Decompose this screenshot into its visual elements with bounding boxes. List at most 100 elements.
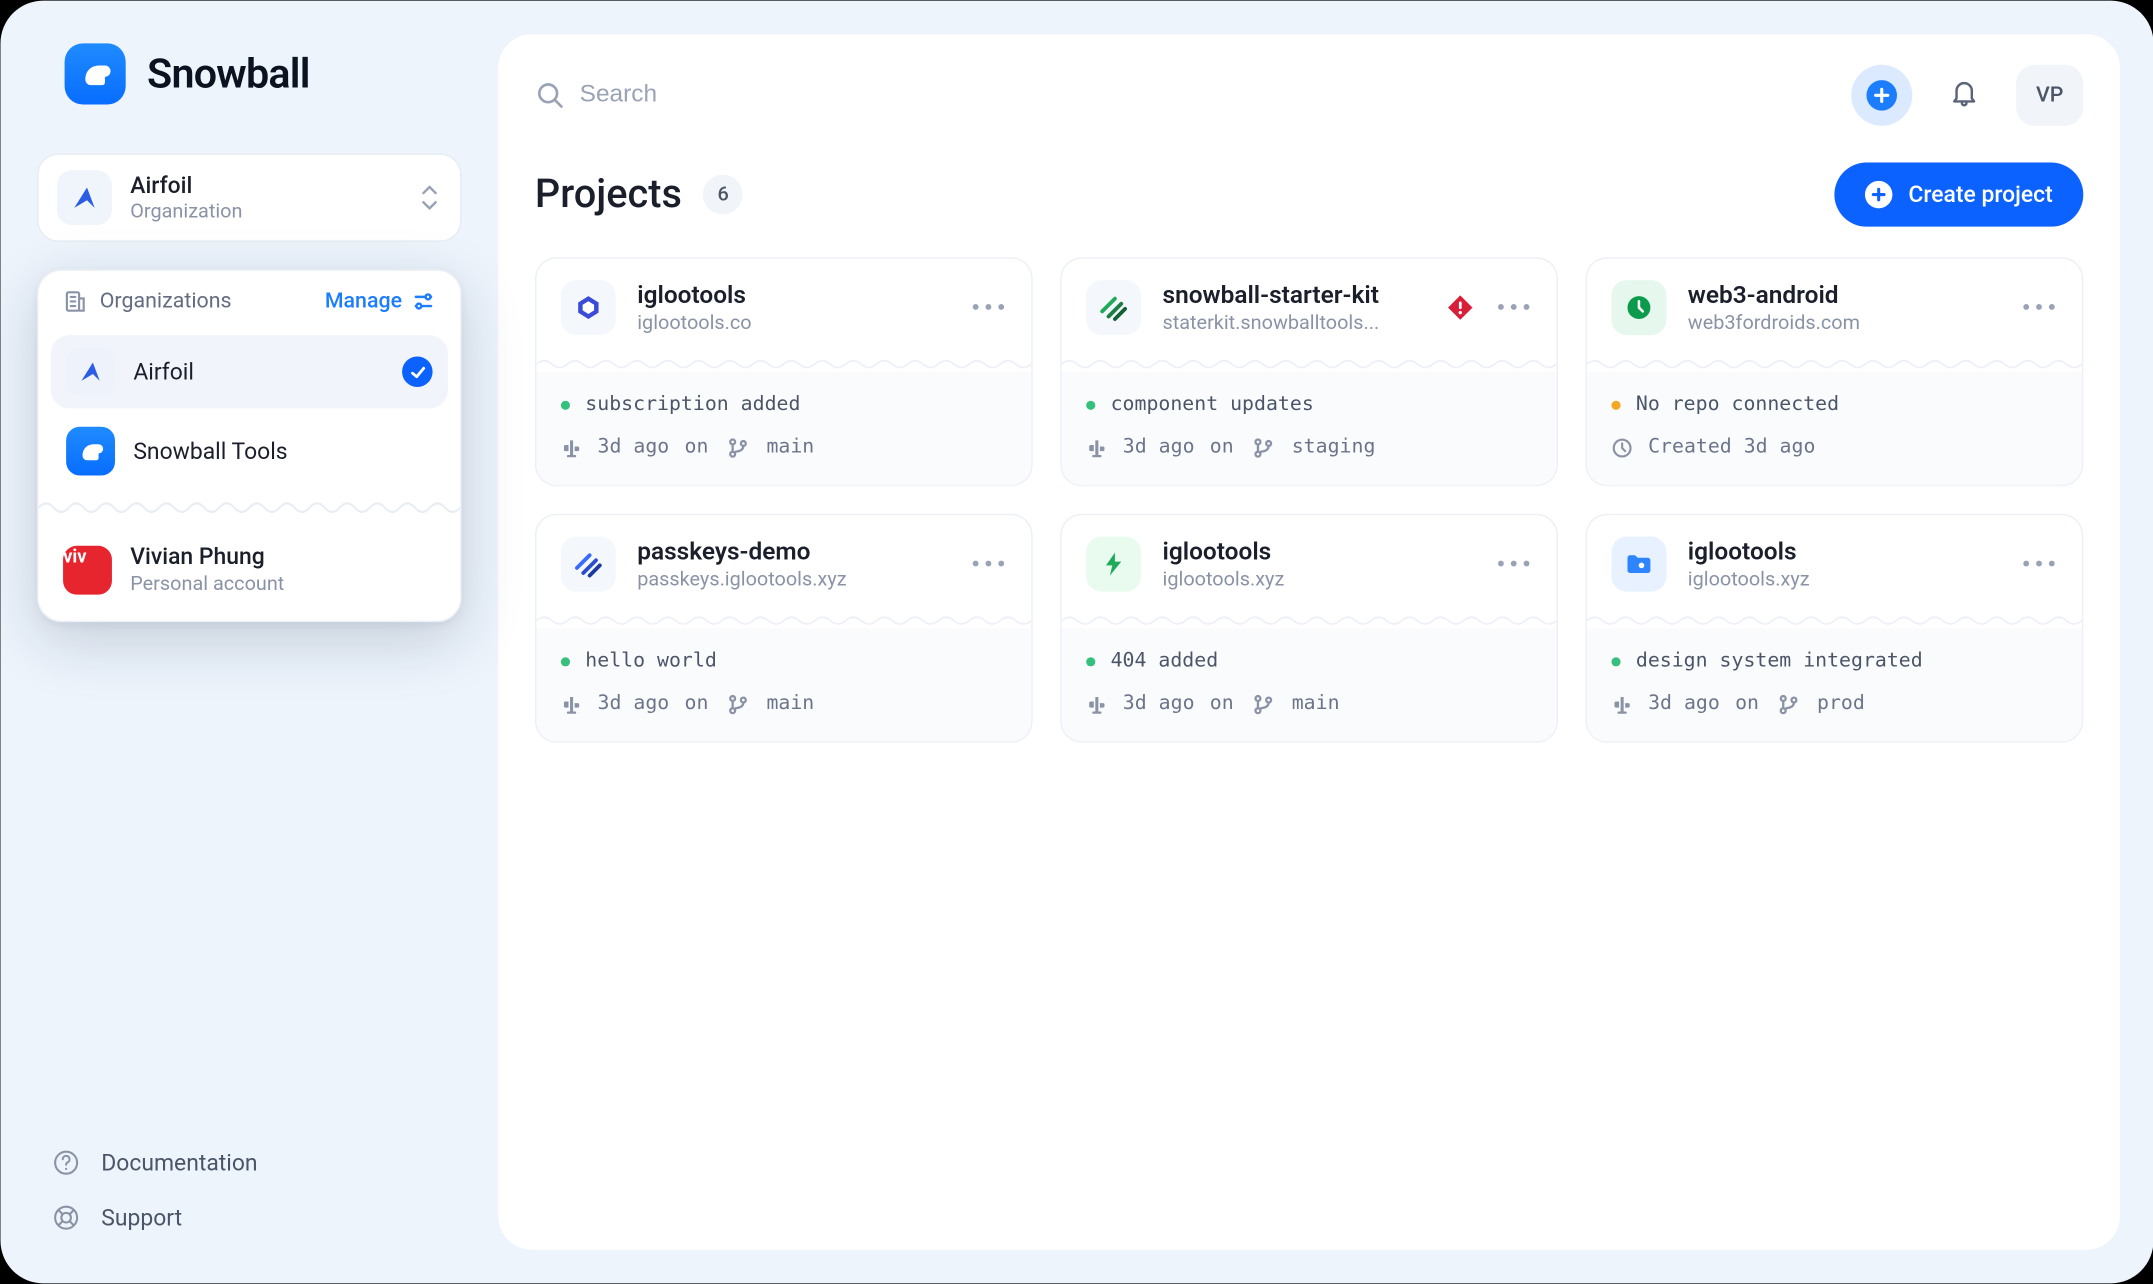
project-card[interactable]: passkeys-demo passkeys.iglootools.xyz hell…: [534, 514, 1032, 743]
sidebar-link-documentation[interactable]: Documentation: [52, 1149, 461, 1176]
project-card[interactable]: web3-android web3fordroids.com No repo con…: [1585, 257, 2083, 486]
project-card[interactable]: iglootools iglootools.co subscription adde…: [534, 257, 1032, 486]
status-dot: [560, 401, 569, 410]
org-item-name: Airfoil: [133, 358, 194, 385]
project-count: 6: [703, 175, 743, 215]
project-icon: [1086, 280, 1141, 335]
status-dot: [1086, 657, 1095, 666]
personal-account-item[interactable]: viv Vivian Phung Personal account: [38, 527, 459, 620]
app-name: Snowball: [147, 50, 310, 99]
project-name: snowball-starter-kit: [1162, 280, 1379, 309]
project-on-word: on: [1209, 689, 1233, 720]
project-more-button[interactable]: [970, 546, 1007, 583]
search-input[interactable]: [579, 82, 1829, 109]
project-on-word: on: [1735, 689, 1759, 720]
add-button[interactable]: [1851, 65, 1912, 126]
app-logo-mark: [64, 43, 125, 104]
status-dot: [1611, 657, 1620, 666]
branch-icon: [1252, 437, 1273, 458]
project-more-button[interactable]: [2020, 289, 2057, 326]
branch-icon: [1252, 694, 1273, 715]
project-icon: [1611, 280, 1666, 335]
source-icon: [1086, 694, 1107, 715]
project-card[interactable]: iglootoolsiglootools.xyz404 added3d agoo…: [1060, 514, 1558, 743]
divider: [536, 613, 1031, 628]
source-icon: [1611, 694, 1632, 715]
project-name: iglootools: [637, 280, 751, 309]
project-timestamp: 3d ago: [1122, 689, 1194, 720]
divider: [1587, 613, 2082, 628]
project-domain: iglootools.co: [637, 312, 751, 335]
project-commit-message: design system integrated: [1635, 647, 1922, 678]
status-dot: [1086, 401, 1095, 410]
source-icon: [560, 437, 581, 458]
personal-subtitle: Personal account: [130, 573, 284, 596]
project-name: passkeys-demo: [637, 537, 846, 566]
divider: [1061, 356, 1556, 371]
project-domain: iglootools.xyz: [1162, 569, 1284, 592]
manage-orgs-link[interactable]: Manage: [324, 289, 435, 313]
page-title: Projects: [534, 172, 681, 218]
sidebar-link-support[interactable]: Support: [52, 1204, 461, 1231]
project-branch: staging: [1291, 433, 1375, 464]
project-more-button[interactable]: [1495, 289, 1532, 326]
org-panel-header-label: Organizations: [99, 289, 231, 313]
project-domain: passkeys.iglootools.xyz: [637, 569, 846, 592]
project-branch: main: [766, 433, 814, 464]
org-item-icon: [66, 427, 115, 476]
project-more-button[interactable]: [970, 289, 1007, 326]
user-avatar[interactable]: VP: [2016, 65, 2083, 126]
branch-icon: [1777, 694, 1798, 715]
project-card[interactable]: iglootools iglootools.xyz design system in…: [1585, 514, 2083, 743]
project-branch: main: [1291, 689, 1339, 720]
project-timestamp: 3d ago: [1648, 689, 1720, 720]
org-item-name: Snowball Tools: [133, 437, 287, 464]
project-timestamp: Created 3d ago: [1648, 433, 1815, 464]
create-project-label: Create project: [1908, 181, 2052, 208]
status-dot: [560, 657, 569, 666]
project-branch: prod: [1817, 689, 1865, 720]
org-item-airfoil[interactable]: Airfoil: [50, 335, 447, 408]
notifications-button[interactable]: [1933, 65, 1994, 126]
create-project-button[interactable]: Create project: [1835, 163, 2083, 227]
project-on-word: on: [1209, 433, 1233, 464]
project-branch: main: [766, 689, 814, 720]
org-item-icon: [66, 347, 115, 396]
search-input-wrap[interactable]: [534, 80, 1829, 111]
org-switcher-icon: [56, 170, 111, 225]
project-commit-message: subscription added: [585, 390, 800, 421]
project-timestamp: 3d ago: [597, 433, 669, 464]
project-commit-message: 404 added: [1110, 647, 1218, 678]
project-domain: web3fordroids.com: [1687, 312, 1859, 335]
project-icon: [1611, 537, 1666, 592]
bell-icon: [1948, 77, 1979, 114]
divider: [1061, 613, 1556, 628]
user-initials: VP: [2035, 83, 2062, 107]
project-commit-message: hello world: [585, 647, 716, 678]
personal-name: Vivian Phung: [130, 543, 284, 570]
help-icon: [52, 1149, 79, 1176]
source-icon: [560, 694, 581, 715]
source-icon: [1086, 437, 1107, 458]
project-more-button[interactable]: [1495, 546, 1532, 583]
warning-icon: [1446, 294, 1473, 321]
clock-icon: [1611, 437, 1632, 458]
project-commit-message: No repo connected: [1635, 390, 1838, 421]
project-timestamp: 3d ago: [597, 689, 669, 720]
project-more-button[interactable]: [2020, 546, 2057, 583]
org-switcher-subtitle: Organization: [130, 201, 242, 224]
org-switcher[interactable]: Airfoil Organization: [37, 153, 462, 242]
check-icon: [402, 356, 433, 387]
project-name: iglootools: [1687, 537, 1809, 566]
sidebar-link-label: Documentation: [101, 1149, 257, 1176]
app-logo[interactable]: Snowball: [64, 43, 461, 104]
project-name: web3-android: [1687, 280, 1859, 309]
project-icon: [560, 537, 615, 592]
divider: [38, 497, 459, 518]
project-card[interactable]: snowball-starter-kitstaterkit.snowballto…: [1060, 257, 1558, 486]
project-timestamp: 3d ago: [1122, 433, 1194, 464]
org-item-snowball-tools[interactable]: Snowball Tools: [50, 414, 447, 487]
search-icon: [534, 80, 563, 111]
project-domain: iglootools.xyz: [1687, 569, 1809, 592]
org-switcher-name: Airfoil: [130, 172, 242, 199]
